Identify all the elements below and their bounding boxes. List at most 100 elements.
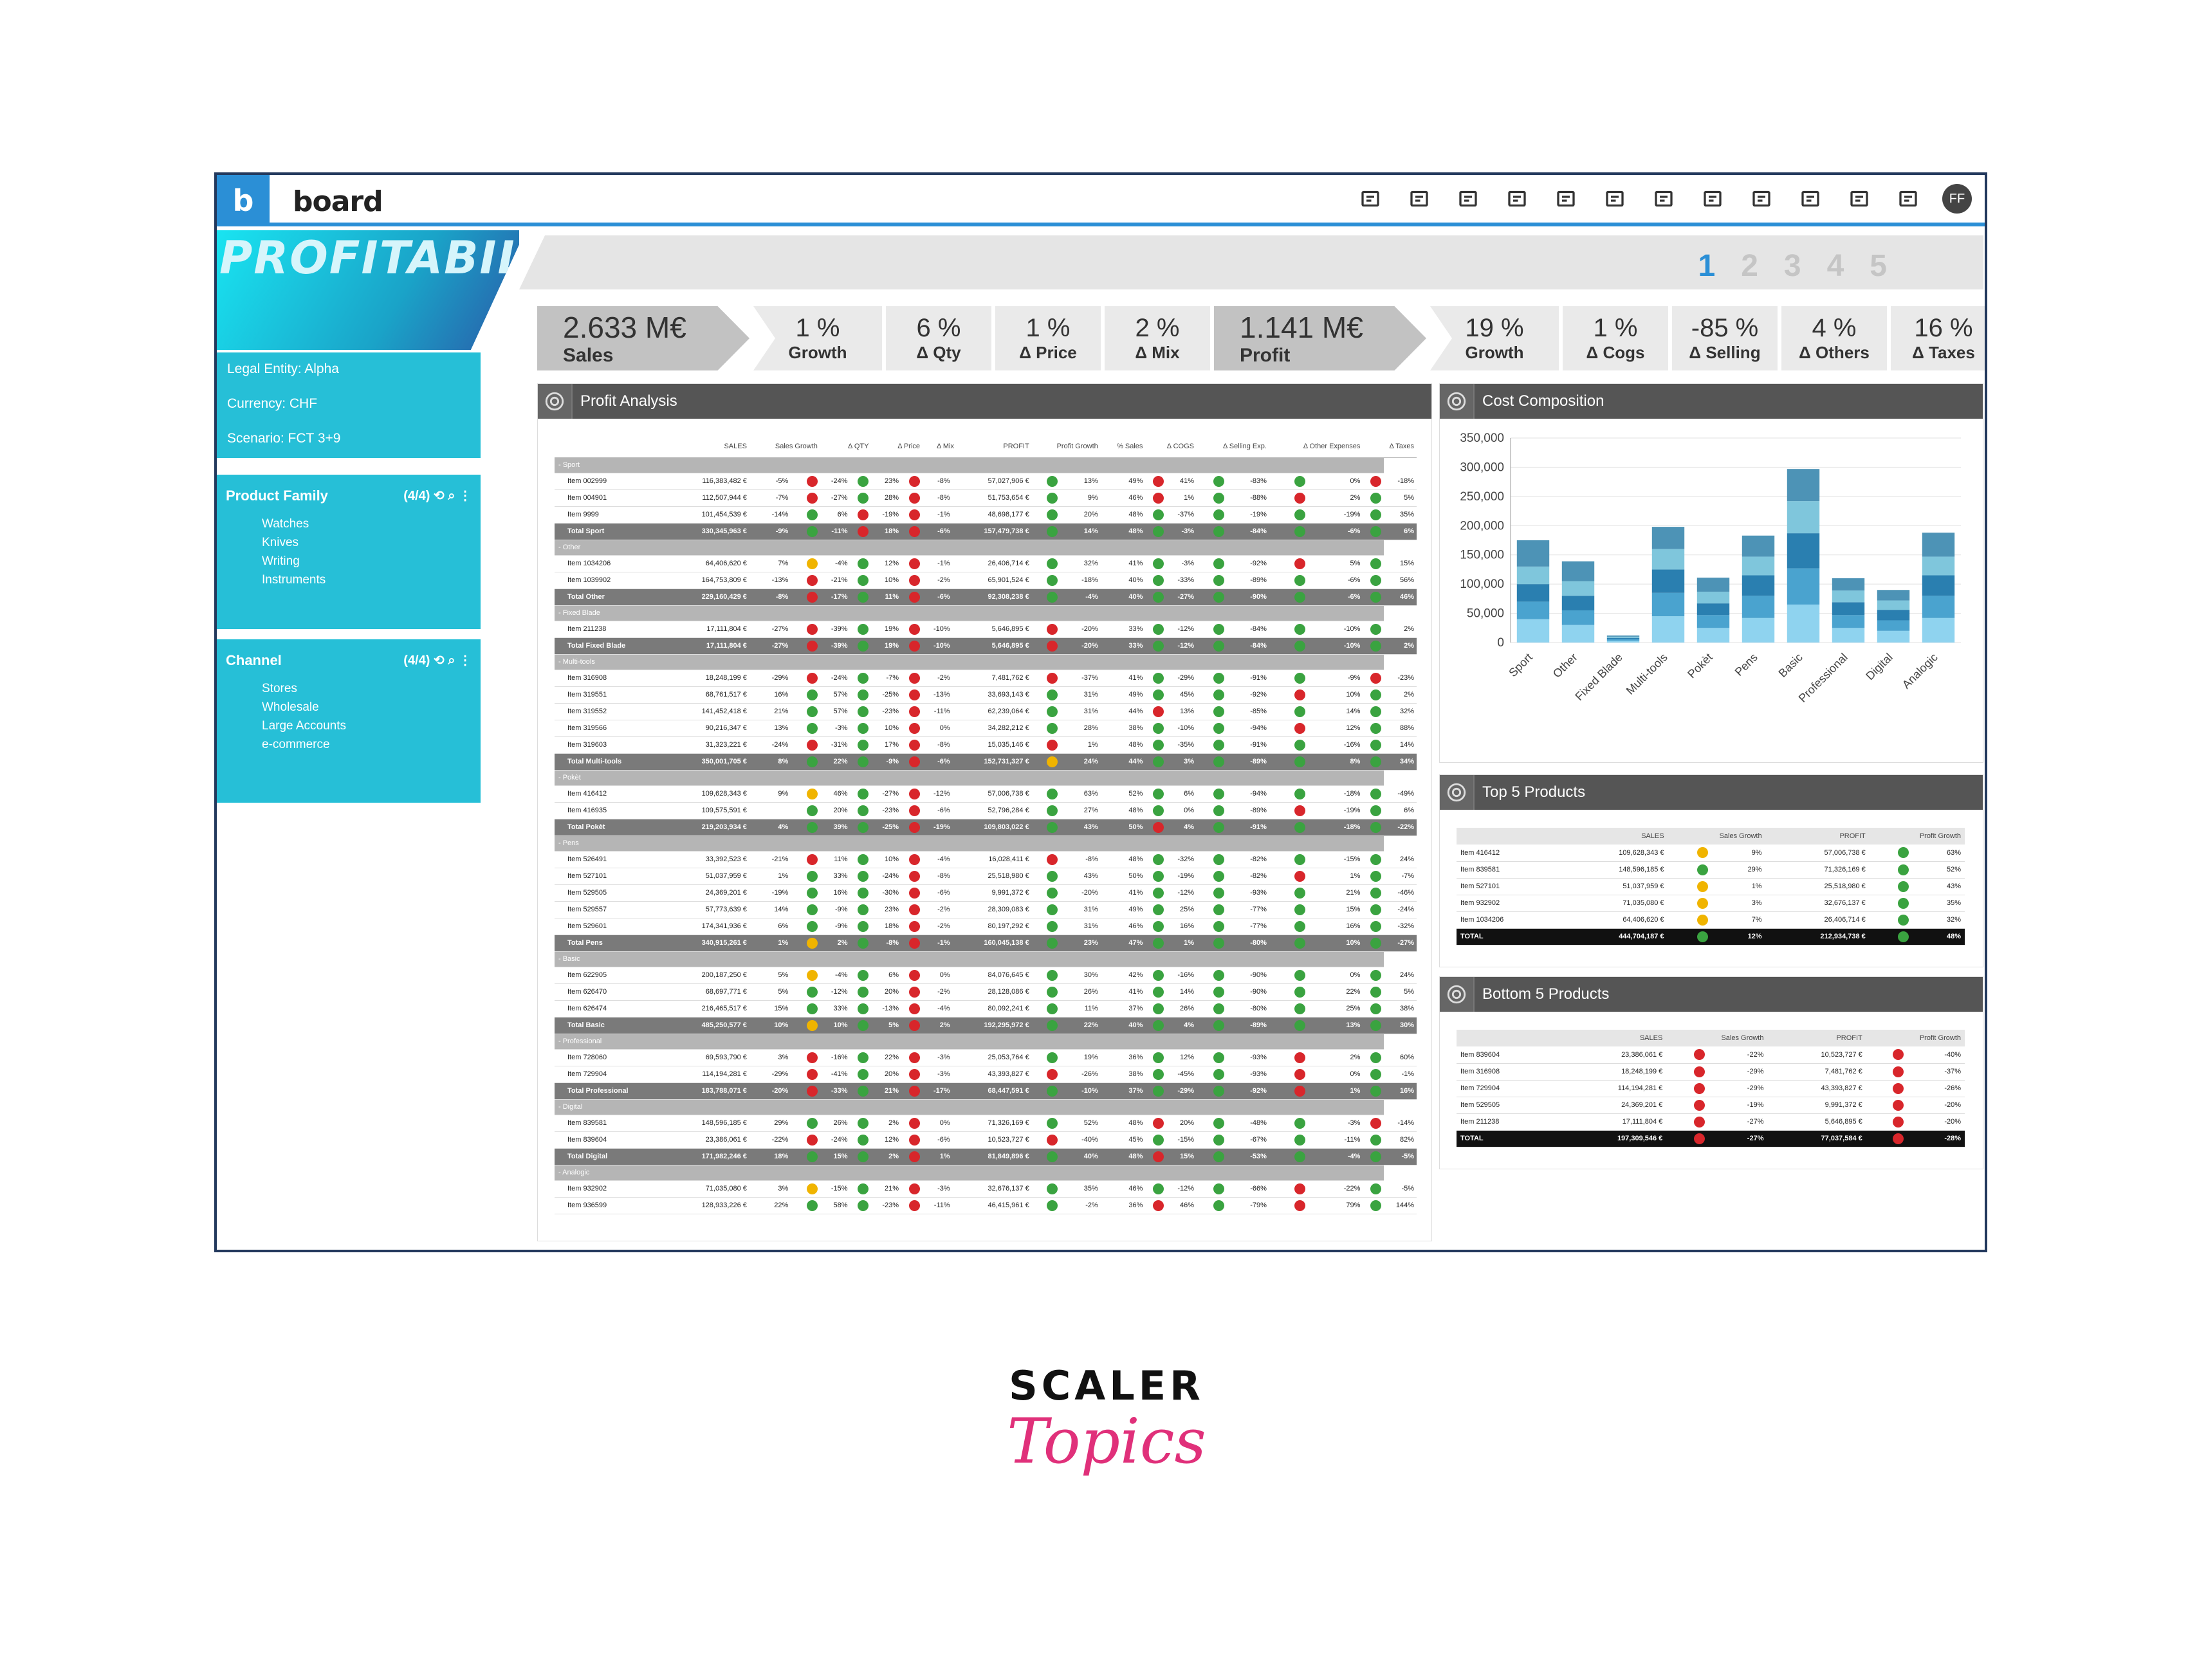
bar-segment[interactable] [1832,615,1865,628]
bar-segment[interactable] [1561,625,1595,643]
total-row[interactable]: Total Digital 171,982,246 €18% 15% 2% 1% 81,8… [555,1148,1417,1165]
table-row[interactable]: Item 529557 57,773,639 €14% -9% 23% -2% 28,30… [555,901,1417,918]
bar-segment[interactable] [1651,527,1685,549]
bar-segment[interactable] [1651,549,1685,570]
bar-segment[interactable] [1787,568,1820,605]
window-icon[interactable] [1844,184,1874,214]
table-row[interactable]: Item 839604 23,386,061 € -22% -24% 12% -6% 10,… [555,1131,1417,1149]
bar-segment[interactable] [1742,596,1775,618]
page-tab-3[interactable]: 3 [1784,248,1801,284]
table-row[interactable]: Item 319566 90,216,347 €13% -3% 10% 0% 34,282… [555,720,1417,737]
bar-segment[interactable] [1516,566,1550,585]
bar-segment[interactable] [1696,591,1730,604]
table-row[interactable]: Item 319551 68,761,517 €16% 57% -25% -13% 33,… [555,686,1417,704]
bar-segment[interactable] [1516,540,1550,567]
selector-item[interactable]: Large Accounts [226,717,472,735]
bar-segment[interactable] [1606,636,1640,638]
group-row[interactable]: - Pens [555,835,1417,852]
bar-segment[interactable] [1832,590,1865,603]
mail-add-icon[interactable] [1747,184,1776,214]
bar-segment[interactable] [1696,628,1730,643]
bar-segment[interactable] [1606,637,1640,639]
bar-segment[interactable] [1787,469,1820,502]
bar-segment[interactable] [1922,617,1955,643]
table-row[interactable]: Item 729904 114,194,281 € -29% 43,393,827 €… [1457,1080,1965,1097]
table-row[interactable]: Item 728060 69,593,790 €3% -16% 22% -3% 25,05… [555,1049,1417,1066]
total-row[interactable]: Total Multi-tools 350,001,705 €8% 22% -9% -6… [555,753,1417,771]
page-tab-5[interactable]: 5 [1870,248,1887,284]
table-row[interactable]: Item 1034206 64,406,620 € 7% 26,406,714 € 32… [1457,911,1965,929]
selector-item[interactable]: Watches [226,515,472,533]
table-row[interactable]: Item 211238 17,111,804 € -27% -39% 19% -10% 5,… [555,621,1417,638]
bar-segment[interactable] [1516,584,1550,602]
total-row[interactable]: Total Pens 340,915,261 €1% 2% -8% -1% 160,045… [555,935,1417,952]
bar-segment[interactable] [1877,590,1910,601]
total-row[interactable]: TOTAL 444,704,187 € 12% 212,934,738 € 48% [1457,928,1965,945]
total-row[interactable]: Total Fixed Blade 17,111,804 € -27% -39% 19%… [555,637,1417,655]
bar-segment[interactable] [1877,600,1910,610]
table-row[interactable]: Item 529601 174,341,936 €6% -9% 18% -2% 80,19… [555,918,1417,935]
group-row[interactable]: - Professional [555,1034,1417,1050]
bar-segment[interactable] [1516,619,1550,643]
table-row[interactable]: Item 839581 148,596,185 €29% 26% 2% 0% 71,326… [555,1115,1417,1132]
total-row[interactable]: Total Other 229,160,429 € -8% -17% 11% -6% 92,… [555,589,1417,606]
bar-segment[interactable] [1787,604,1820,643]
home-icon[interactable] [1356,184,1385,214]
group-row[interactable]: - Basic [555,951,1417,967]
page-tab-4[interactable]: 4 [1827,248,1844,284]
table-row[interactable]: Item 932902 71,035,080 €3% -15% 21% -3% 32,67… [555,1180,1417,1198]
table-row[interactable]: Item 626474 216,465,517 €15% 33% -13% -4% 80,… [555,1000,1417,1018]
table-row[interactable]: Item 416935 109,575,591 € 20% -23% -6% 52,796… [555,802,1417,819]
selector-item[interactable]: e-commerce [226,735,472,754]
avatar[interactable]: FF [1942,184,1972,214]
bar-segment[interactable] [1696,578,1730,592]
table-row[interactable]: Item 626470 68,697,771 €5% -12% 20% -2% 28,12… [555,983,1417,1001]
table-row[interactable]: Item 316908 18,248,199 € -29% 7,481,762 € -3… [1457,1063,1965,1081]
bar-segment[interactable] [1922,533,1955,557]
refresh-icon[interactable] [1551,184,1581,214]
bar-segment[interactable] [1832,628,1865,643]
mail-icon[interactable] [1796,184,1825,214]
board-logo-icon[interactable]: b [217,175,270,226]
group-row[interactable]: - Pokèt [555,770,1417,786]
table-row[interactable]: Item 729904 114,194,281 € -29% -41% 20% -3% 43… [555,1066,1417,1083]
group-row[interactable]: - Other [555,540,1417,556]
bar-segment[interactable] [1651,616,1685,643]
group-row[interactable]: - Digital [555,1099,1417,1115]
total-row[interactable]: Total Professional 183,788,071 € -20% -33% 2… [555,1082,1417,1100]
bar-segment[interactable] [1922,596,1955,618]
group-row[interactable]: - Fixed Blade [555,605,1417,621]
table-row[interactable]: Item 211238 17,111,804 € -27% 5,646,895 € -2… [1457,1113,1965,1131]
channel-count[interactable]: (4/4) ⟲ ⌕ ⋮ [403,652,472,669]
selector-item[interactable]: Instruments [226,571,472,589]
total-row[interactable]: Total Sport 330,345,963 € -9% -11% 18% -6% 157… [555,523,1417,540]
panel-icon[interactable] [1453,184,1483,214]
gear-icon[interactable] [538,384,573,419]
selector-item[interactable]: Writing [226,552,472,571]
bar-segment[interactable] [1922,556,1955,576]
bar-segment[interactable] [1651,592,1685,617]
table-row[interactable]: Item 319552 141,452,418 €21% 57% -23% -11% 62… [555,703,1417,720]
table-row[interactable]: Item 416412 109,628,343 € 9% 57,006,738 € 63… [1457,845,1965,862]
bar-segment[interactable] [1877,620,1910,631]
total-row[interactable]: Total Basic 485,250,577 €10% 10% 5% 2% 192,29… [555,1017,1417,1034]
group-row[interactable]: - Sport [555,457,1417,473]
bar-segment[interactable] [1606,639,1640,641]
table-row[interactable]: Item 622905 200,187,250 €5% -4% 6% 0% 84,076,… [555,967,1417,984]
table-row[interactable]: Item 004901 112,507,944 € -7% -27% 28% -8% 51,… [555,489,1417,507]
total-row[interactable]: Total Pokèt 219,203,934 €4% 39% -25% -19% 109… [555,819,1417,836]
table-row[interactable]: Item 839604 23,386,061 € -22% 10,523,727 € -… [1457,1046,1965,1064]
table-row[interactable]: Item 9999 101,454,539 € -14% 6% -19% -1% 48,69… [555,506,1417,524]
page-tab-1[interactable]: 1 [1698,248,1715,284]
edit-icon[interactable] [1404,184,1434,214]
bar-segment[interactable] [1561,596,1595,611]
gear-icon[interactable] [1440,977,1475,1012]
page-tab-2[interactable]: 2 [1741,248,1758,284]
group-row[interactable]: - Multi-tools [555,654,1417,670]
bar-segment[interactable] [1561,581,1595,596]
chat-icon[interactable] [1893,184,1923,214]
bar-segment[interactable] [1606,635,1640,637]
table-row[interactable]: Item 1039902 164,753,809 € -13% -21% 10% -2% 6… [555,572,1417,589]
table-row[interactable]: Item 319603 31,323,221 € -24% -31% 17% -8% 15,… [555,736,1417,754]
bar-segment[interactable] [1922,575,1955,596]
